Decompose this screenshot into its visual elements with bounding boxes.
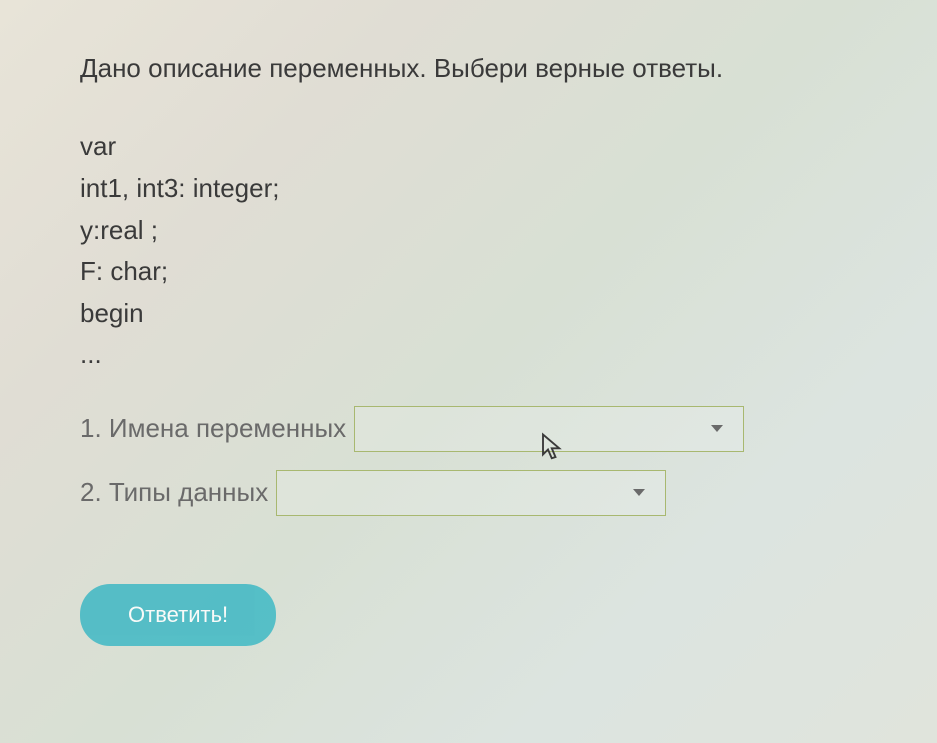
- dropdown-variable-names[interactable]: [354, 406, 744, 452]
- dropdown-row-2: 2. Типы данных: [80, 470, 857, 516]
- code-line: y:real ;: [80, 210, 857, 252]
- code-line: F: char;: [80, 251, 857, 293]
- chevron-down-icon: [711, 425, 723, 432]
- question-prompt: Дано описание переменных. Выбери верные …: [80, 50, 857, 86]
- code-line: int1, int3: integer;: [80, 168, 857, 210]
- code-block: var int1, int3: integer; y:real ; F: cha…: [80, 126, 857, 376]
- code-line: begin: [80, 293, 857, 335]
- dropdown-label-1: 1. Имена переменных: [80, 413, 346, 444]
- chevron-down-icon: [633, 489, 645, 496]
- dropdown-row-1: 1. Имена переменных: [80, 406, 857, 452]
- dropdown-label-2: 2. Типы данных: [80, 477, 268, 508]
- dropdown-data-types[interactable]: [276, 470, 666, 516]
- code-line: var: [80, 126, 857, 168]
- code-line: ...: [80, 334, 857, 376]
- submit-button[interactable]: Ответить!: [80, 584, 276, 646]
